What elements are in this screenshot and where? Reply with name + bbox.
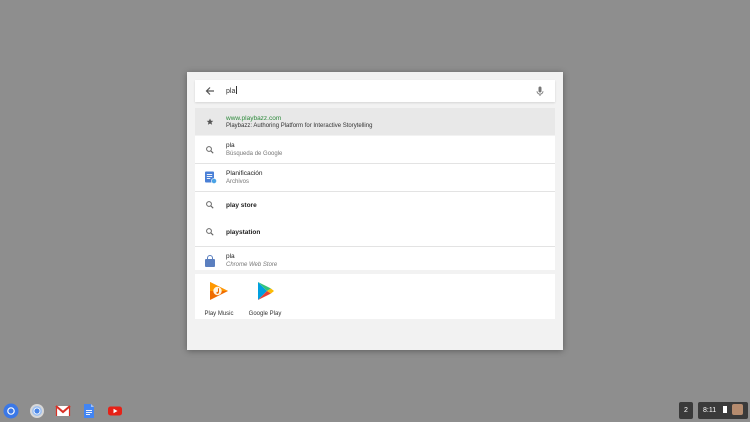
result-title: Playbazz: Authoring Platform for Interac… bbox=[226, 123, 373, 129]
star-icon bbox=[206, 118, 214, 125]
search-results: www.playbazz.com Playbazz: Authoring Pla… bbox=[195, 104, 555, 342]
search-input[interactable]: pla bbox=[226, 86, 238, 95]
launcher-icon[interactable] bbox=[3, 403, 19, 419]
result-row-playbazz[interactable]: www.playbazz.com Playbazz: Authoring Pla… bbox=[195, 108, 555, 135]
battery-icon bbox=[723, 406, 728, 413]
avatar bbox=[732, 404, 744, 415]
result-row-google-search[interactable]: pla Búsqueda de Google bbox=[195, 136, 555, 163]
shelf: 2 8:11 bbox=[0, 400, 750, 422]
status-tray[interactable]: 8:11 bbox=[698, 402, 748, 419]
app-label: Play Music bbox=[204, 311, 234, 317]
app-launcher: pla www.playbazz.com Playbazz: Authoring… bbox=[187, 72, 563, 350]
result-query: play store bbox=[226, 202, 257, 209]
docs-icon[interactable] bbox=[81, 403, 97, 419]
search-icon bbox=[206, 146, 214, 154]
search-icon bbox=[206, 201, 214, 209]
notification-badge[interactable]: 2 bbox=[679, 402, 693, 419]
chrome-icon[interactable] bbox=[29, 403, 45, 419]
result-subtitle: Archivos bbox=[226, 179, 250, 185]
result-row-planificacion[interactable]: Planificación Archivos bbox=[195, 164, 555, 191]
search-icon bbox=[206, 228, 214, 236]
result-row-play-store[interactable]: play store bbox=[195, 192, 555, 219]
microphone-icon[interactable] bbox=[533, 84, 547, 98]
youtube-icon[interactable] bbox=[107, 403, 123, 419]
result-url: www.playbazz.com bbox=[226, 115, 282, 122]
result-subtitle: Búsqueda de Google bbox=[226, 151, 283, 157]
result-subtitle: Chrome Web Store bbox=[226, 262, 278, 268]
gmail-icon[interactable] bbox=[55, 403, 71, 419]
app-google-play[interactable]: Google Play bbox=[245, 280, 285, 317]
docs-file-icon bbox=[205, 171, 217, 184]
result-query: pla bbox=[226, 142, 235, 149]
result-query: pla bbox=[226, 253, 235, 260]
back-arrow-icon[interactable] bbox=[203, 84, 217, 98]
web-store-icon bbox=[205, 255, 215, 267]
result-row-web-store[interactable]: pla Chrome Web Store bbox=[195, 247, 555, 270]
result-title: Planificación bbox=[226, 170, 263, 177]
google-play-icon bbox=[258, 282, 274, 300]
result-row-playstation[interactable]: playstation bbox=[195, 219, 555, 246]
play-music-icon bbox=[210, 282, 228, 300]
clock: 8:11 bbox=[703, 407, 717, 414]
launcher-search-box[interactable]: pla bbox=[195, 80, 555, 102]
app-results: Play Music Google Play bbox=[195, 274, 555, 319]
result-query: playstation bbox=[226, 229, 261, 236]
app-label: Google Play bbox=[248, 311, 282, 317]
app-play-music[interactable]: Play Music bbox=[199, 280, 239, 317]
